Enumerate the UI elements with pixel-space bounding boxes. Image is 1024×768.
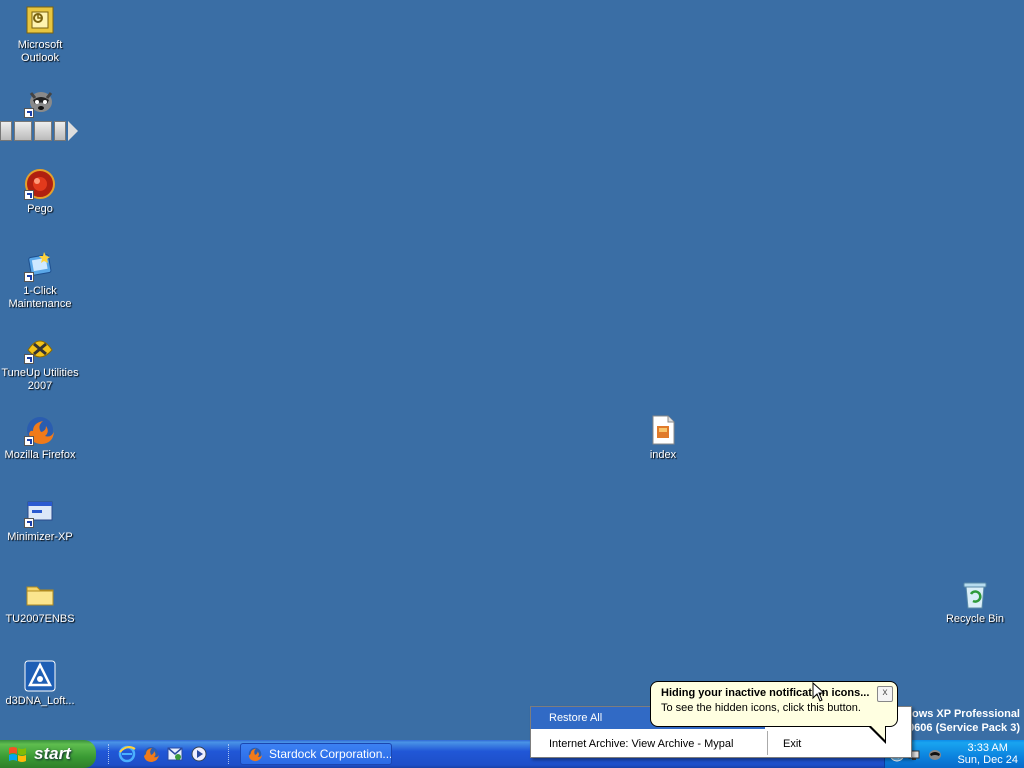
firefox-icon[interactable] — [142, 745, 160, 763]
desktop-icon-label: Minimizer-XP — [7, 531, 73, 543]
shortcut-arrow-icon — [24, 108, 34, 118]
desktop: Microsoft Outlook Pego 1-Click Maintenan… — [0, 0, 1024, 740]
mouse-cursor-icon — [812, 682, 826, 702]
start-label: start — [34, 744, 71, 763]
ie-icon[interactable] — [118, 745, 136, 763]
minimizer-icon — [24, 496, 56, 528]
balloon-text: To see the hidden icons, click this butt… — [661, 702, 861, 714]
floating-toolbar — [0, 120, 82, 142]
toolbar-button[interactable] — [34, 121, 52, 141]
taskbar-button-stardock[interactable]: Stardock Corporation... — [240, 743, 392, 765]
desktop-icon-index[interactable]: index — [623, 414, 703, 462]
firefox-icon — [24, 414, 56, 446]
desktop-icon-label: d3DNA_Loft... — [5, 695, 75, 707]
toolbar-button[interactable] — [14, 121, 32, 141]
desktop-icon-d3dna[interactable]: d3DNA_Loft... — [0, 660, 80, 708]
desktop-icon-label: TuneUp Utilities 2007 — [1, 367, 79, 392]
desktop-icon-1-click-maintenance[interactable]: 1-Click Maintenance — [0, 250, 80, 311]
shortcut-arrow-icon — [24, 272, 34, 282]
toolbar-button[interactable] — [54, 121, 66, 141]
shortcut-arrow-icon — [24, 190, 34, 200]
toolbar-button[interactable] — [0, 121, 12, 141]
clock-time: 3:33 AM — [967, 742, 1008, 754]
desktop-icon-firefox[interactable]: Mozilla Firefox — [0, 414, 80, 462]
desktop-icon-label: Recycle Bin — [945, 613, 1005, 625]
raccoon-icon — [24, 86, 56, 118]
toolbar-expand-arrow-icon[interactable] — [68, 121, 78, 141]
taskbar-grip[interactable] — [108, 744, 112, 764]
desktop-icon-label: Pego — [27, 203, 53, 215]
shortcut-arrow-icon — [24, 354, 34, 364]
notification-balloon[interactable]: Hiding your inactive notification icons.… — [650, 681, 898, 727]
desktop-icon-tu2007enbs[interactable]: TU2007ENBS — [0, 578, 80, 626]
desktop-icon-label: 1-Click Maintenance — [8, 285, 72, 310]
recycle-bin-icon — [959, 578, 991, 610]
desktop-icon-outlook[interactable]: Microsoft Outlook — [0, 4, 80, 65]
watermark-line: -0606 (Service Pack 3) — [904, 722, 1020, 734]
html-file-icon — [647, 414, 679, 446]
d3dna-icon — [24, 660, 56, 692]
maintenance-icon — [24, 250, 56, 282]
task-label: Stardock Corporation... — [269, 747, 392, 761]
pego-icon — [24, 168, 56, 200]
outlook-icon — [24, 4, 56, 36]
clock[interactable]: 3:33 AM Sun, Dec 24 — [957, 742, 1018, 766]
tuneup-icon — [24, 332, 56, 364]
shortcut-arrow-icon — [24, 518, 34, 528]
outlook-express-icon[interactable] — [166, 745, 184, 763]
desktop-icon-pego[interactable]: Pego — [0, 168, 80, 216]
shortcut-arrow-icon — [24, 436, 34, 446]
desktop-icon-label: TU2007ENBS — [5, 613, 75, 625]
menu-item-exit[interactable]: Exit — [769, 733, 909, 755]
taskbar-grip[interactable] — [228, 744, 232, 764]
watermark-line: dows XP Professional — [905, 708, 1020, 720]
desktop-icon-label: index — [649, 449, 677, 461]
balloon-close-button[interactable]: x — [877, 686, 893, 702]
clock-date: Sun, Dec 24 — [957, 754, 1018, 766]
balloon-tail-fill — [870, 725, 885, 740]
menu-item-internet-archive[interactable]: Internet Archive: View Archive - Mypal — [531, 733, 765, 755]
media-player-icon[interactable] — [190, 745, 208, 763]
windows-flag-icon — [9, 747, 26, 762]
desktop-icon-minimizer-xp[interactable]: Minimizer-XP — [0, 496, 80, 544]
raccoon-tray-icon[interactable] — [927, 746, 943, 762]
start-button[interactable]: start — [0, 740, 96, 768]
windows-version-watermark: dows XP Professional -0606 (Service Pack… — [904, 707, 1020, 735]
firefox-icon — [248, 747, 263, 762]
balloon-title: Hiding your inactive notification icons.… — [661, 687, 870, 699]
desktop-icon-recycle-bin[interactable]: Recycle Bin — [935, 578, 1015, 626]
desktop-icon-label: Mozilla Firefox — [4, 449, 76, 461]
quick-launch-bar — [118, 744, 214, 764]
desktop-icon-tuneup-utilities[interactable]: TuneUp Utilities 2007 — [0, 332, 80, 393]
menu-separator — [767, 731, 768, 755]
desktop-icon-label: Microsoft Outlook — [17, 39, 63, 64]
folder-icon — [24, 578, 56, 610]
desktop-icon-raccoon[interactable] — [0, 86, 80, 121]
